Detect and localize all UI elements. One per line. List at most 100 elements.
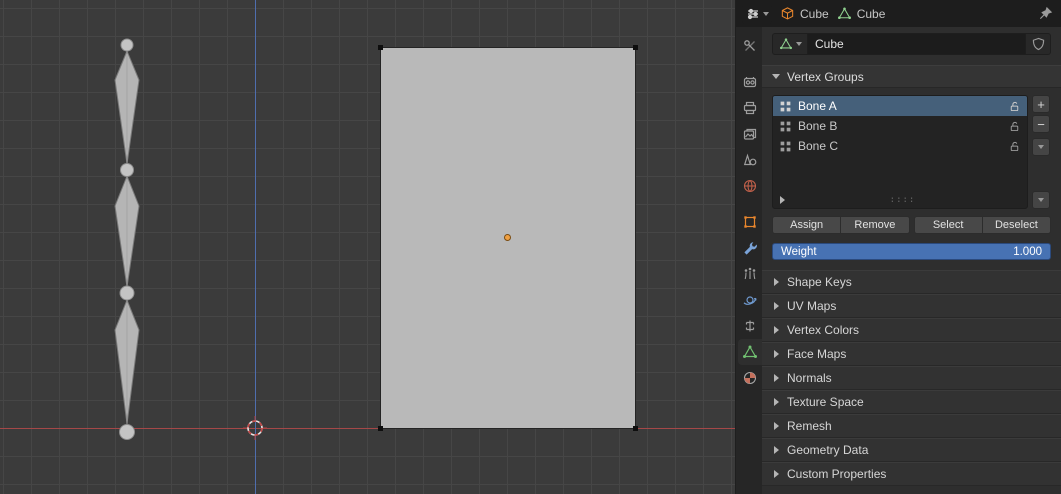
unlock-icon[interactable]	[1008, 120, 1021, 133]
vertex-group-name: Bone A	[798, 99, 837, 113]
list-filter-footer: ::::	[773, 192, 1027, 208]
weight-label: Weight	[781, 245, 817, 258]
weight-slider[interactable]: Weight 1.000	[772, 243, 1051, 260]
panel-header-vertex-colors[interactable]: Vertex Colors	[762, 318, 1061, 342]
vertex-group-name: Bone C	[798, 139, 839, 153]
scene-icon	[743, 153, 757, 166]
properties-tab-column	[736, 27, 762, 494]
chevron-down-icon	[795, 42, 802, 46]
tab-particles[interactable]	[738, 261, 762, 287]
list-filter-button[interactable]	[1032, 191, 1050, 209]
panel-title: Custom Properties	[787, 467, 887, 481]
panel-collapsed-icon	[774, 470, 779, 478]
tab-world[interactable]	[738, 173, 762, 199]
vertex-dot	[633, 45, 638, 50]
properties-content: Cube Vertex Groups Bone A Bone B Bone C …	[762, 27, 1061, 494]
panel-header-texture-space[interactable]: Texture Space	[762, 390, 1061, 414]
render-icon	[743, 77, 757, 88]
panel-header-remesh[interactable]: Remesh	[762, 414, 1061, 438]
object-data-icon	[743, 345, 757, 358]
panel-title: Face Maps	[787, 347, 847, 361]
properties-editor-icon	[747, 8, 758, 19]
tab-constraints[interactable]	[738, 313, 762, 339]
select-button[interactable]: Select	[913, 216, 983, 234]
remove-vertex-group-button[interactable]: −	[1032, 115, 1050, 133]
panel-header-uv-maps[interactable]: UV Maps	[762, 294, 1061, 318]
panel-collapsed-icon	[774, 326, 779, 334]
physics-icon	[743, 296, 757, 305]
editor-type-button[interactable]	[742, 3, 772, 24]
output-icon	[743, 101, 757, 115]
panel-header-shape-keys[interactable]: Shape Keys	[762, 270, 1061, 294]
view-layer-icon	[743, 128, 757, 140]
vertex-groups-side-buttons: + −	[1032, 95, 1051, 209]
mesh-data-icon	[779, 38, 792, 50]
vertex-group-icon	[780, 101, 791, 111]
mesh-name-field[interactable]: Cube	[808, 33, 1025, 55]
remove-button[interactable]: Remove	[841, 216, 910, 234]
panel-collapsed-icon	[774, 278, 779, 286]
shield-icon	[1032, 37, 1044, 51]
fake-user-shield-button[interactable]	[1025, 33, 1051, 55]
panel-title: Geometry Data	[787, 443, 869, 457]
triangle-down-icon	[1038, 198, 1044, 202]
object-cube-icon	[781, 7, 794, 20]
breadcrumb-mesh: Cube	[837, 6, 886, 21]
particles-icon	[744, 267, 756, 280]
panel-collapsed-icon	[774, 398, 779, 406]
cube-object[interactable]	[378, 45, 638, 431]
tab-object-data[interactable]	[738, 339, 762, 365]
tab-material[interactable]	[738, 365, 762, 391]
tab-scene[interactable]	[738, 147, 762, 173]
cursor-3d	[243, 416, 267, 440]
armature-bones[interactable]	[100, 30, 154, 450]
vertex-group-icon	[780, 121, 791, 131]
panel-collapsed-icon	[774, 374, 779, 382]
vertex-group-specials-button[interactable]	[1032, 138, 1050, 156]
mesh-datablock-selector: Cube	[772, 33, 1051, 55]
panel-title: Shape Keys	[787, 275, 852, 289]
tab-output[interactable]	[738, 95, 762, 121]
viewport-3d[interactable]	[0, 0, 735, 494]
vertex-dot	[378, 426, 383, 431]
tab-object[interactable]	[738, 209, 762, 235]
mesh-browse-button[interactable]	[772, 33, 808, 55]
collapsed-panels: Shape Keys UV Maps Vertex Colors Face Ma…	[762, 270, 1061, 486]
constraints-icon	[745, 320, 755, 332]
tab-tool[interactable]	[738, 33, 762, 59]
panel-header-custom-properties[interactable]: Custom Properties	[762, 462, 1061, 486]
vertex-dot	[378, 45, 383, 50]
panel-collapsed-icon	[774, 446, 779, 454]
unlock-icon[interactable]	[1008, 100, 1021, 113]
panel-title: Normals	[787, 371, 832, 385]
chevron-down-icon	[1038, 145, 1044, 149]
tab-render[interactable]	[738, 69, 762, 95]
add-vertex-group-button[interactable]: +	[1032, 95, 1050, 113]
unlock-icon[interactable]	[1008, 140, 1021, 153]
vertex-group-row[interactable]: Bone B	[773, 116, 1027, 136]
tab-modifiers[interactable]	[738, 235, 762, 261]
tab-view-layer[interactable]	[738, 121, 762, 147]
vertex-dot	[633, 426, 638, 431]
panel-header-normals[interactable]: Normals	[762, 366, 1061, 390]
deselect-button[interactable]: Deselect	[982, 216, 1051, 234]
list-resize-grip[interactable]: ::::	[785, 195, 1020, 205]
panel-header-geometry-data[interactable]: Geometry Data	[762, 438, 1061, 462]
assign-button[interactable]: Assign	[772, 216, 842, 234]
panel-title: Remesh	[787, 419, 832, 433]
tab-physics[interactable]	[738, 287, 762, 313]
panel-title: UV Maps	[787, 299, 837, 313]
panel-header-face-maps[interactable]: Face Maps	[762, 342, 1061, 366]
pin-icon[interactable]	[1038, 6, 1053, 21]
vertex-groups-list: Bone A Bone B Bone C::::	[772, 95, 1028, 209]
vertex-group-row[interactable]: Bone C	[773, 136, 1027, 156]
vertex-group-name: Bone B	[798, 119, 838, 133]
panel-header-vertex-groups[interactable]: Vertex Groups	[762, 65, 1061, 88]
tool-icon	[744, 40, 755, 51]
object-icon	[744, 216, 756, 228]
vertex-group-row[interactable]: Bone A	[773, 96, 1027, 116]
panel-title: Texture Space	[787, 395, 864, 409]
panel-expanded-icon	[772, 74, 780, 79]
breadcrumb-mesh-label: Cube	[856, 6, 886, 21]
world-icon	[743, 179, 757, 193]
